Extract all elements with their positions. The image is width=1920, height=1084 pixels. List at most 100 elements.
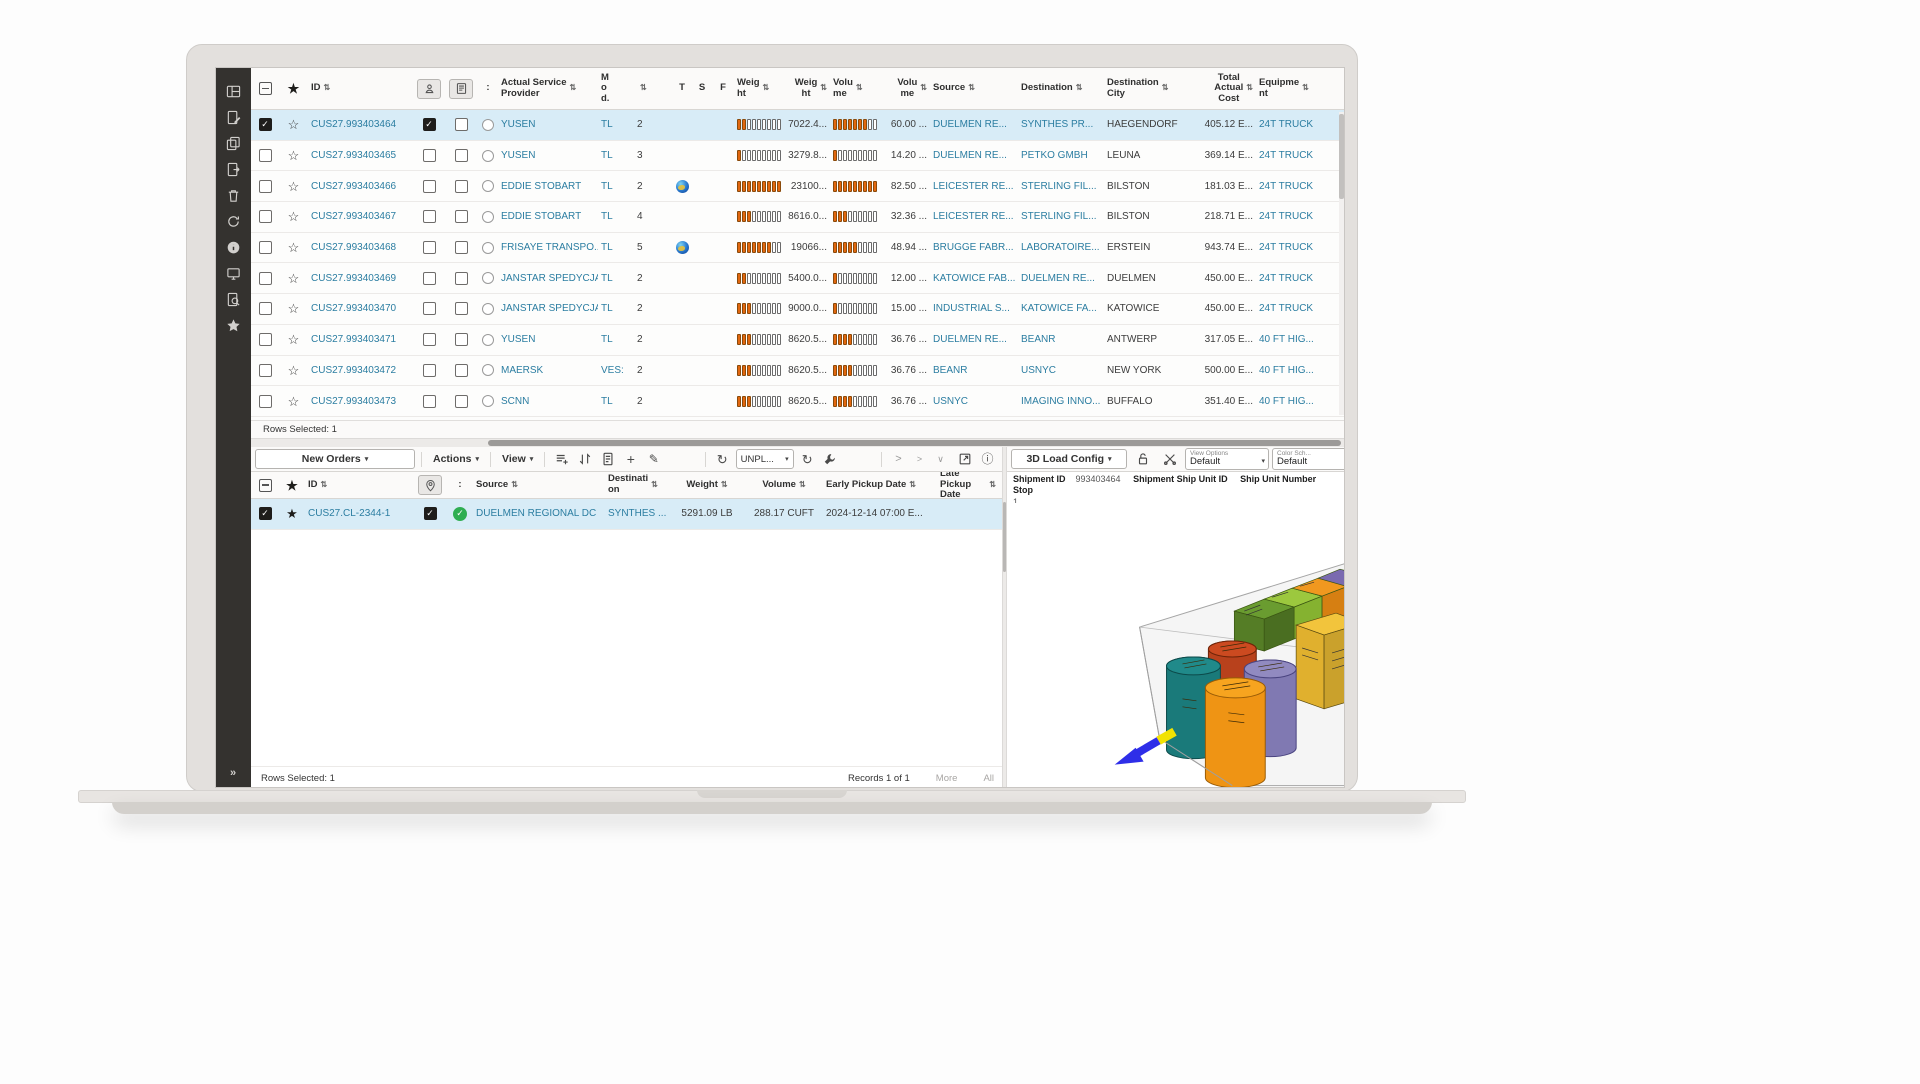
panel-scrollbar-thumb[interactable] [1003,502,1006,572]
service-provider-link[interactable]: FRISAYE TRANSPO... [501,242,598,253]
row-radio-button[interactable] [482,119,494,131]
row-flag-checkbox[interactable] [423,272,436,285]
source-link[interactable]: BEANR [933,365,967,376]
equipment-link[interactable]: 24T TRUCK [1259,211,1313,222]
source-link[interactable]: DUELMEN RE... [933,334,1007,345]
row-favorite-star[interactable]: ☆ [288,333,300,346]
favorites-column-icon[interactable]: ★ [288,82,300,95]
sort-toggle-icon[interactable]: ⇅ [324,84,331,93]
service-provider-link[interactable]: JANSTAR SPEDYCJA [501,273,598,284]
unlock-button[interactable] [1132,449,1153,469]
sort-toggle-icon[interactable]: ⇅ [1076,84,1083,93]
chevron-right-button[interactable]: > [888,449,909,469]
row-select-checkbox[interactable] [259,272,272,285]
row-flag-checkbox[interactable] [455,149,468,162]
shipment-id-link[interactable]: CUS27.993403469 [311,273,396,284]
shipment-row[interactable]: ☆CUS27.993403467EDDIE STOBARTTL48616.0..… [251,202,1344,233]
row-select-checkbox[interactable] [259,210,272,223]
sort-toggle-icon[interactable]: ⇅ [1246,84,1253,93]
row-flag-checkbox[interactable] [455,272,468,285]
row-favorite-star[interactable]: ☆ [288,241,300,254]
copy-button[interactable] [216,130,251,156]
equipment-link[interactable]: 40 FT HIG... [1259,334,1314,345]
chevron-right-small-button[interactable]: > [909,449,930,469]
more-button[interactable]: More [936,773,958,784]
row-flag-checkbox[interactable] [455,395,468,408]
sort-toggle-icon[interactable]: ⇅ [511,481,518,490]
source-link[interactable]: KATOWICE FAB... [933,273,1015,284]
sort-toggle-icon[interactable]: ⇅ [909,481,916,490]
row-radio-button[interactable] [482,242,494,254]
row-radio-button[interactable] [482,150,494,162]
pencil-button[interactable]: ✎ [643,449,664,469]
row-select-checkbox[interactable]: ✓ [259,507,272,520]
monitor-button[interactable] [216,260,251,286]
favorites-column-icon[interactable]: ★ [286,479,298,492]
shipment-row[interactable]: ☆CUS27.993403465YUSENTL33279.8...14.20 .… [251,141,1344,172]
shipment-row[interactable]: ☆CUS27.993403471YUSENTL28620.5...36.76 .… [251,325,1344,356]
destination-link[interactable]: STERLING FIL... [1021,211,1097,222]
row-select-checkbox[interactable] [259,364,272,377]
refresh-arrow-button[interactable]: ↻ [712,449,733,469]
row-flag-checkbox[interactable]: ✓ [424,507,437,520]
service-provider-link[interactable]: YUSEN [501,334,535,345]
row-flag-checkbox[interactable] [423,149,436,162]
sort-toggle-icon[interactable]: ⇅ [1162,84,1169,93]
service-provider-link[interactable]: EDDIE STOBART [501,211,581,222]
row-flag-checkbox[interactable] [455,118,468,131]
equipment-link[interactable]: 24T TRUCK [1259,242,1313,253]
service-provider-link[interactable]: MAERSK [501,365,543,376]
service-provider-link[interactable]: EDDIE STOBART [501,181,581,192]
trash-button[interactable] [216,182,251,208]
row-flag-checkbox[interactable] [423,302,436,315]
mode-link[interactable]: TL [601,181,613,192]
shipment-row[interactable]: ☆CUS27.993403469JANSTAR SPEDYCJATL25400.… [251,263,1344,294]
table-add-button[interactable] [551,449,572,469]
wrench-button[interactable] [820,449,841,469]
equipment-link[interactable]: 24T TRUCK [1259,119,1313,130]
select-all-checkbox[interactable] [259,82,272,95]
row-flag-checkbox[interactable] [455,302,468,315]
reorder-button[interactable] [574,449,595,469]
shipment-id-link[interactable]: CUS27.993403466 [311,181,396,192]
row-flag-checkbox[interactable] [455,333,468,346]
cut-tool-button[interactable] [1159,449,1180,469]
service-provider-link[interactable]: YUSEN [501,150,535,161]
row-radio-button[interactable] [482,334,494,346]
shipment-id-link[interactable]: CUS27.993403464 [311,119,396,130]
shipment-id-link[interactable]: CUS27.993403468 [311,242,396,253]
shipment-id-link[interactable]: CUS27.993403470 [311,303,396,314]
shipment-row[interactable]: ✓☆CUS27.993403464✓YUSENTL27022.4...60.00… [251,110,1344,141]
row-favorite-star[interactable]: ☆ [288,118,300,131]
destination-link[interactable]: BEANR [1021,334,1055,345]
row-favorite-star[interactable]: ☆ [288,210,300,223]
row-favorite-star[interactable]: ☆ [288,395,300,408]
row-flag-checkbox[interactable] [455,364,468,377]
source-link[interactable]: BRUGGE FABR... [933,242,1014,253]
plan-status-select[interactable]: UNPL...▾ [736,449,794,469]
search-document-button[interactable] [216,286,251,312]
mode-link[interactable]: TL [601,211,613,222]
row-radio-button[interactable] [482,211,494,223]
row-flag-checkbox[interactable] [423,333,436,346]
plus-button[interactable]: + [620,449,641,469]
row-favorite-star[interactable]: ☆ [288,302,300,315]
mode-link[interactable]: TL [601,303,613,314]
row-select-checkbox[interactable]: ✓ [259,118,272,131]
destination-link[interactable]: KATOWICE FA... [1021,303,1097,314]
info-button[interactable] [216,234,251,260]
horizontal-scrollbar[interactable] [251,438,1344,447]
sort-toggle-icon[interactable]: ⇅ [989,481,996,490]
mode-link[interactable]: TL [601,242,613,253]
sort-toggle-icon[interactable]: ⇅ [763,84,770,93]
source-link[interactable]: INDUSTRIAL S... [933,303,1010,314]
view-options-select[interactable]: View Options Default ▾ [1185,448,1269,470]
row-flag-checkbox[interactable] [423,180,436,193]
row-favorite-star[interactable]: ☆ [288,364,300,377]
destination-link[interactable]: PETKO GMBH [1021,150,1088,161]
equipment-link[interactable]: 24T TRUCK [1259,181,1313,192]
edit-document-button[interactable] [216,104,251,130]
row-flag-checkbox[interactable] [423,210,436,223]
open-window-button[interactable] [954,449,975,469]
location-filter-button[interactable] [418,475,442,495]
